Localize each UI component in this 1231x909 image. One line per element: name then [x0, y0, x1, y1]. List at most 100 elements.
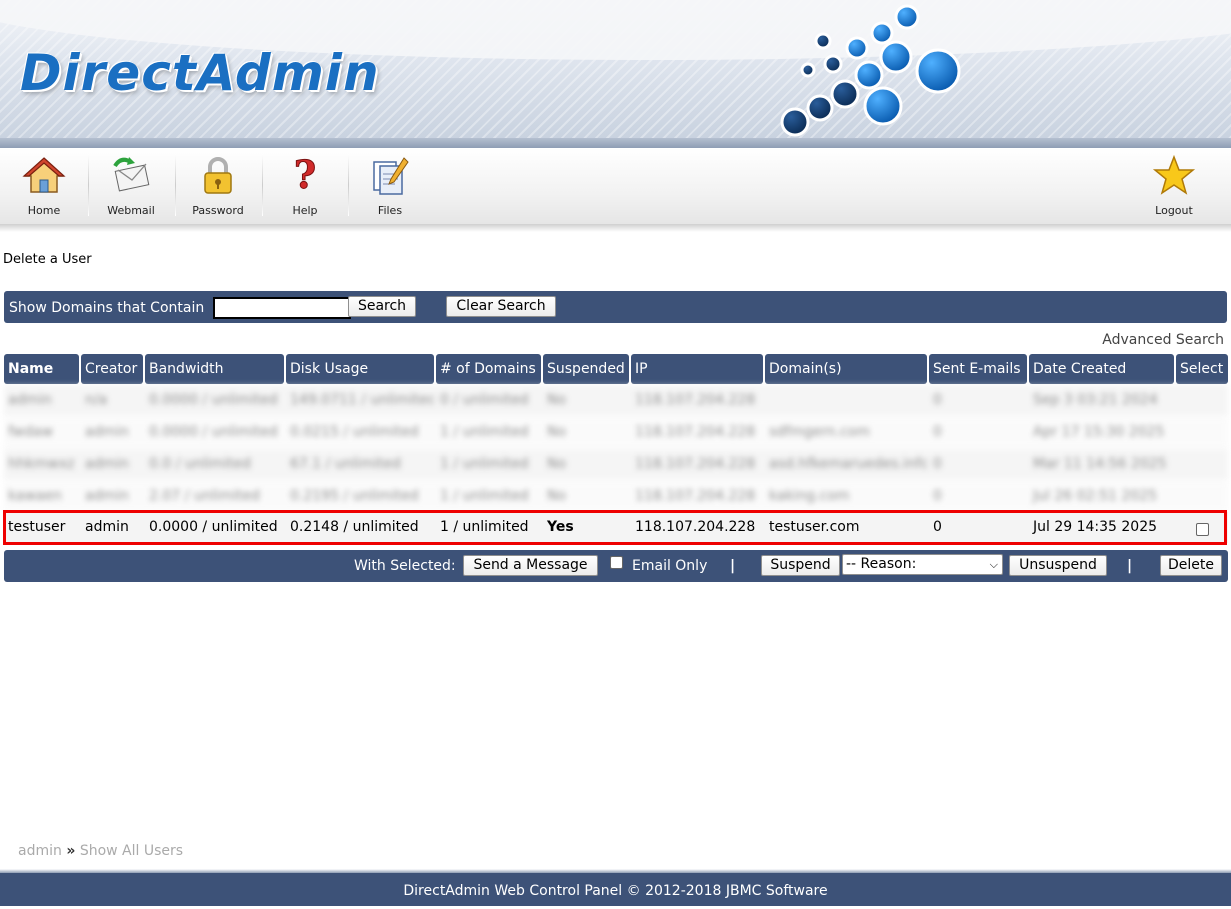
home-icon — [22, 157, 66, 193]
breadcrumb-user[interactable]: admin — [18, 843, 62, 859]
send-message-button[interactable]: Send a Message — [463, 555, 598, 576]
with-selected-label: With Selected: — [354, 558, 456, 574]
cell-name: admin — [8, 392, 52, 408]
cell-ip: 118.107.204.228 — [635, 456, 756, 472]
users-table-header: Name Creator Bandwidth Disk Usage # of D… — [4, 354, 1228, 384]
cell-creator: admin — [85, 424, 129, 440]
bulk-actions-bar: With Selected: Send a Message Email Only… — [4, 550, 1228, 582]
cell-sent-emails: 0 — [933, 392, 942, 408]
toolbar-shadow — [0, 224, 1231, 232]
cell-name: fwdaw — [8, 424, 54, 440]
cell-name[interactable]: testuser — [4, 512, 79, 543]
search-button[interactable]: Search — [348, 296, 416, 317]
unsuspend-button[interactable]: Unsuspend — [1009, 555, 1107, 576]
cell-bandwidth: 0.0000 / unlimited — [149, 519, 278, 535]
toolbar-home-label: Home — [27, 204, 61, 217]
toolbar-help-label: Help — [292, 204, 318, 217]
column-header-sent-emails[interactable]: Sent E-mails — [929, 354, 1027, 384]
toolbar-logout[interactable]: Logout — [1140, 148, 1208, 224]
cell-suspended: No — [547, 488, 567, 504]
cell-bandwidth: 0.0000 / unlimited — [149, 424, 278, 440]
row-select-checkbox[interactable] — [1196, 523, 1209, 536]
column-header-domains-count[interactable]: # of Domains — [436, 354, 541, 384]
breadcrumb-separator: » — [66, 843, 76, 859]
clear-search-button[interactable]: Clear Search — [446, 296, 556, 317]
page-title: Delete a User — [3, 252, 92, 267]
star-icon — [1152, 154, 1196, 195]
cell-ip: 118.107.204.228 — [635, 519, 756, 535]
cell-domains: kaking.com — [769, 488, 850, 504]
mail-icon — [113, 157, 150, 192]
cell-domains: sdfmgern.com — [769, 424, 870, 440]
cell-ip: 118.107.204.228 — [635, 488, 756, 504]
header-banner: DirectAdmin — [0, 0, 1231, 148]
cell-domains-count: 1 / unlimited — [440, 424, 529, 440]
cell-disk-usage: 0.2148 / unlimited — [290, 519, 419, 535]
cell-suspended-status: Yes — [547, 519, 574, 535]
help-icon: ? — [293, 154, 316, 198]
cell-suspended: No — [547, 392, 567, 408]
cell-domains[interactable]: testuser.com — [765, 512, 927, 543]
cell-sent-emails: 0 — [933, 456, 942, 472]
toolbar-home[interactable]: Home — [10, 148, 78, 224]
column-header-disk-usage[interactable]: Disk Usage — [286, 354, 434, 384]
email-only-label: Email Only — [632, 558, 708, 574]
banner-divider — [0, 138, 1231, 148]
advanced-search-link[interactable]: Advanced Search — [1102, 332, 1224, 348]
cell-domains-count: 0 / unlimited — [440, 392, 529, 408]
logo[interactable]: DirectAdmin — [20, 44, 380, 102]
column-header-date-created[interactable]: Date Created — [1029, 354, 1174, 384]
breadcrumb: admin » Show All Users — [18, 843, 183, 859]
cell-date-created: Jul 26 02:51 2025 — [1033, 488, 1158, 504]
search-input[interactable] — [213, 297, 351, 319]
bubbles-logo-graphic — [780, 4, 961, 137]
column-header-name[interactable]: Name — [4, 354, 79, 384]
toolbar-password-label: Password — [192, 204, 244, 217]
column-header-suspended[interactable]: Suspended — [543, 354, 629, 384]
reason-select[interactable]: -- Reason: ⌵ — [842, 554, 1003, 575]
table-row[interactable]: hhkmwxz admin 0.0 / unlimited 67.1 / unl… — [4, 449, 1228, 480]
cell-ip: 118.107.204.228 — [635, 424, 756, 440]
table-row[interactable]: admin n/a 0.0000 / unlimited 149.0711 / … — [4, 385, 1228, 416]
toolbar-webmail-label: Webmail — [107, 204, 155, 217]
cell-date-created: Sep 3 03:21 2024 — [1033, 392, 1158, 408]
cell-disk-usage: 67.1 / unlimited — [290, 456, 401, 472]
chevron-down-icon: ⌵ — [989, 558, 998, 571]
cell-domains: asd.hfkemaruedes.info — [769, 456, 927, 472]
column-header-ip[interactable]: IP — [631, 354, 763, 384]
divider: | — [730, 558, 736, 574]
table-row[interactable]: fwdaw admin 0.0000 / unlimited 0.0215 / … — [4, 417, 1228, 448]
column-header-domains[interactable]: Domain(s) — [765, 354, 927, 384]
toolbar-files[interactable]: Files — [356, 148, 424, 224]
cell-domains-count: 1 / unlimited — [440, 488, 529, 504]
cell-disk-usage: 0.0215 / unlimited — [290, 424, 419, 440]
cell-date-created: Jul 29 14:35 2025 — [1033, 519, 1158, 535]
cell-name: hhkmwxz — [8, 456, 75, 472]
toolbar-files-label: Files — [377, 204, 403, 217]
cell-bandwidth: 0.0 / unlimited — [149, 456, 251, 472]
cell-disk-usage: 149.0711 / unlimited — [290, 392, 434, 408]
cell-sent-emails: 0 — [933, 488, 942, 504]
cell-bandwidth: 0.0000 / unlimited — [149, 392, 278, 408]
column-header-bandwidth[interactable]: Bandwidth — [145, 354, 284, 384]
toolbar-password[interactable]: Password — [183, 148, 253, 224]
cell-creator: admin — [85, 456, 129, 472]
column-header-creator[interactable]: Creator — [81, 354, 143, 384]
toolbar-webmail[interactable]: Webmail — [96, 148, 166, 224]
email-only-checkbox[interactable] — [610, 556, 623, 569]
cell-bandwidth: 2.07 / unlimited — [149, 488, 260, 504]
cell-sent-emails: 0 — [933, 424, 942, 440]
lock-icon — [204, 157, 232, 194]
breadcrumb-show-all-users[interactable]: Show All Users — [80, 843, 183, 859]
suspend-button[interactable]: Suspend — [761, 555, 840, 576]
delete-button[interactable]: Delete — [1160, 555, 1222, 576]
cell-suspended: No — [547, 424, 567, 440]
toolbar-separator — [348, 154, 349, 216]
cell-ip: 118.107.204.228 — [635, 392, 756, 408]
cell-domains-count: 1 / unlimited — [440, 456, 529, 472]
table-row[interactable]: kawaen admin 2.07 / unlimited 0.2195 / u… — [4, 481, 1228, 512]
toolbar: Home Webmail Password ? Help Files Logou… — [0, 148, 1231, 225]
footer: DirectAdmin Web Control Panel © 2012-201… — [0, 873, 1231, 906]
table-row-testuser[interactable]: testuser admin 0.0000 / unlimited 0.2148… — [4, 512, 1228, 543]
toolbar-help[interactable]: ? Help — [270, 148, 340, 224]
